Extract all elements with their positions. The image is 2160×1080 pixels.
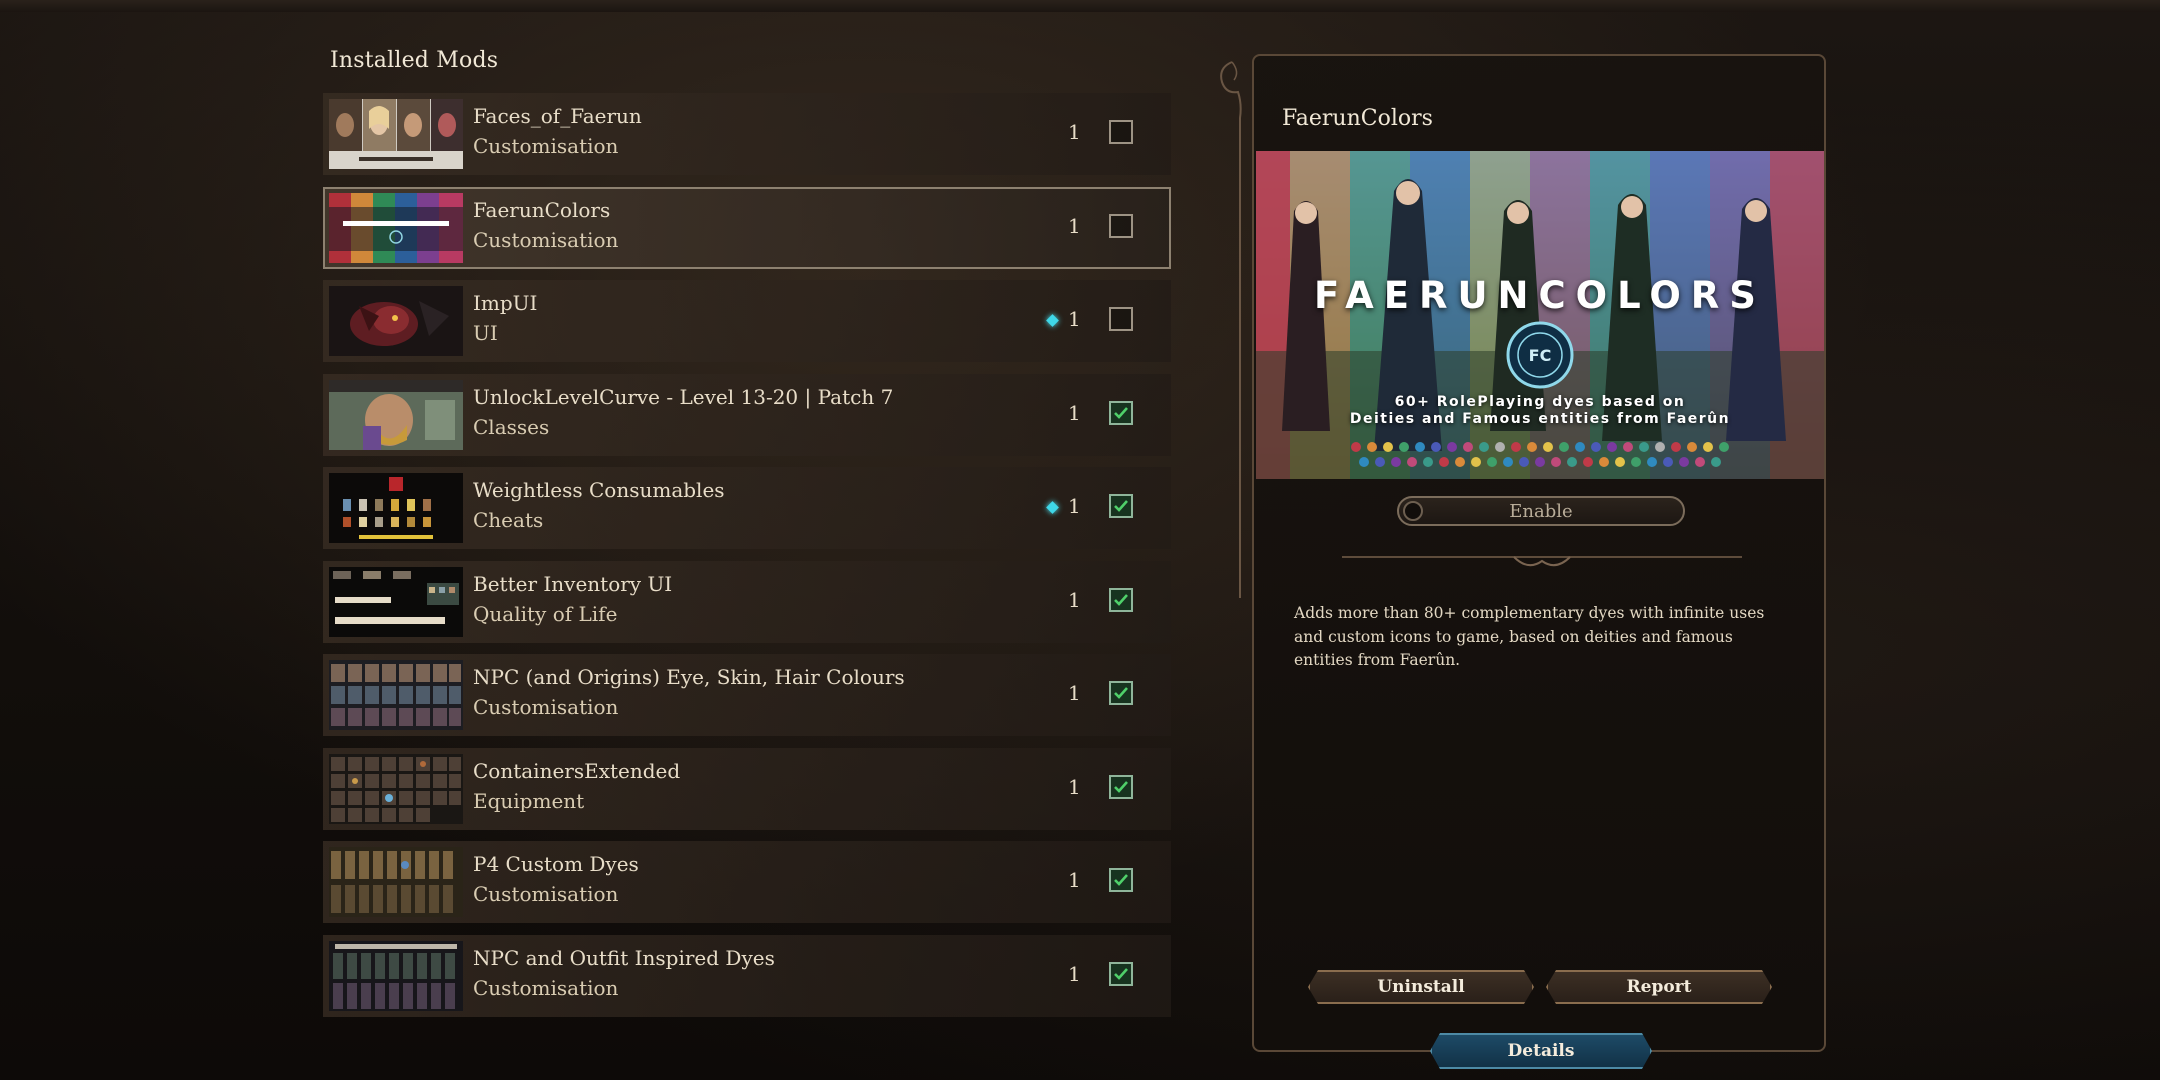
- mod-name: P4 Custom Dyes: [473, 852, 639, 876]
- checkmark-icon: [1114, 687, 1128, 699]
- checkmark-icon: [1114, 967, 1128, 980]
- mod-manager-screen: Installed Mods Faces_of_Faerun Customisa…: [0, 0, 2160, 1080]
- mod-thumbnail: [329, 286, 463, 356]
- mod-thumbnail: [329, 660, 463, 730]
- mod-version: 1: [1068, 961, 1081, 986]
- mod-name: Better Inventory UI: [473, 571, 673, 596]
- mod-name: UnlockLevelCurve - Level 13-20 | Patch 7: [473, 384, 894, 409]
- mod-thumbnail: [329, 379, 463, 450]
- mod-enable-checkbox[interactable]: [1109, 494, 1133, 518]
- mod-row[interactable]: Weightless Consumables Cheats 1: [323, 467, 1171, 549]
- installed-mods-title: Installed Mods: [330, 48, 499, 73]
- mod-thumbnail: [329, 940, 463, 1011]
- mod-row[interactable]: UnlockLevelCurve - Level 13-20 | Patch 7…: [323, 373, 1171, 456]
- banner-subtitle-line: 60+ RolePlaying dyes based on: [1394, 394, 1686, 410]
- mod-enable-checkbox[interactable]: [1109, 307, 1133, 331]
- mod-list: Faces_of_Faerun Customisation 1 FaerunCo…: [323, 93, 1171, 1028]
- checkmark-icon: [1114, 780, 1128, 793]
- enable-toggle-label: Enable: [1509, 501, 1573, 522]
- new-update-icon: [1046, 314, 1059, 327]
- banner-title: FAERUNCOLORS: [1314, 274, 1766, 317]
- mod-row[interactable]: NPC and Outfit Inspired Dyes Customisati…: [323, 934, 1171, 1017]
- mod-enable-checkbox[interactable]: [1109, 681, 1133, 705]
- mod-version: 1: [1068, 120, 1081, 144]
- mod-category: Quality of Life: [473, 601, 618, 626]
- mod-row[interactable]: Faces_of_Faerun Customisation 1: [323, 93, 1171, 175]
- top-strip: [0, 0, 2160, 12]
- mod-thumbnail: [329, 566, 463, 637]
- mod-row[interactable]: NPC (and Origins) Eye, Skin, Hair Colour…: [323, 654, 1171, 736]
- mod-category: Equipment: [473, 788, 585, 813]
- mod-version: 1: [1068, 587, 1081, 612]
- mod-name: NPC (and Origins) Eye, Skin, Hair Colour…: [473, 665, 905, 689]
- mod-thumbnail: [329, 753, 463, 824]
- mod-thumbnail: [329, 99, 463, 169]
- mod-category: UI: [473, 321, 498, 345]
- mod-name: Weightless Consumables: [473, 478, 725, 502]
- mod-enable-checkbox[interactable]: [1109, 868, 1133, 892]
- svg-text:FC: FC: [1529, 346, 1552, 365]
- checkmark-icon: [1114, 500, 1128, 512]
- checkmark-icon: [1114, 593, 1128, 606]
- mod-category: Cheats: [473, 508, 544, 532]
- mod-banner-image: FC FAERUNCOLORS 60+ RolePlaying dyes bas…: [1256, 151, 1824, 479]
- mod-enable-checkbox[interactable]: [1109, 213, 1133, 238]
- mod-row[interactable]: Better Inventory UI Quality of Life 1: [323, 560, 1171, 643]
- mod-details-panel: FaerunColors FC FAERUNCOLORS 60+ RolePla…: [1252, 54, 1826, 1052]
- mod-version: 1: [1068, 868, 1081, 892]
- mod-thumbnail: [329, 473, 463, 543]
- mod-version: 1: [1068, 494, 1081, 518]
- mod-name: NPC and Outfit Inspired Dyes: [473, 945, 775, 970]
- mod-version: 1: [1068, 681, 1081, 705]
- mod-category: Classes: [473, 414, 550, 439]
- mod-category: Customisation: [473, 975, 619, 1000]
- mod-thumbnail: [329, 192, 463, 263]
- mod-name: Faces_of_Faerun: [473, 104, 642, 128]
- banner-subtitle-line: Deities and Famous entities from Faerûn: [1349, 411, 1731, 427]
- enable-toggle[interactable]: Enable: [1397, 496, 1685, 526]
- mod-enable-checkbox[interactable]: [1109, 400, 1133, 425]
- mod-enable-checkbox[interactable]: [1109, 961, 1133, 986]
- mod-version: 1: [1068, 213, 1081, 238]
- details-tab[interactable]: Details: [1430, 1033, 1652, 1069]
- ornamental-divider: [1342, 556, 1742, 567]
- detail-title: FaerunColors: [1282, 106, 1433, 131]
- mod-name: FaerunColors: [473, 197, 611, 222]
- mod-description: Adds more than 80+ complementary dyes wi…: [1294, 604, 1765, 669]
- mod-category: Customisation: [473, 695, 619, 719]
- mod-name: ContainersExtended: [473, 758, 681, 783]
- checkmark-icon: [1114, 406, 1128, 419]
- mod-row[interactable]: ImpUI UI 1: [323, 280, 1171, 362]
- checkmark-icon: [1114, 874, 1128, 886]
- mod-row[interactable]: ContainersExtended Equipment 1: [323, 747, 1171, 830]
- mod-category: Customisation: [473, 882, 619, 906]
- mod-category: Customisation: [473, 134, 619, 158]
- banner-subtitle: 60+ RolePlaying dyes based on Deities an…: [1256, 394, 1824, 428]
- mod-version: 1: [1068, 774, 1081, 799]
- mod-name: ImpUI: [473, 291, 538, 315]
- mod-category: Customisation: [473, 227, 619, 252]
- mod-thumbnail: [329, 847, 463, 917]
- new-update-icon: [1046, 501, 1059, 514]
- report-button[interactable]: Report: [1546, 970, 1772, 1004]
- mod-enable-checkbox[interactable]: [1109, 120, 1133, 144]
- mod-version: 1: [1068, 307, 1081, 331]
- mod-row[interactable]: P4 Custom Dyes Customisation 1: [323, 841, 1171, 923]
- mod-version: 1: [1068, 400, 1081, 425]
- mod-enable-checkbox[interactable]: [1109, 774, 1133, 799]
- uninstall-button[interactable]: Uninstall: [1308, 970, 1534, 1004]
- mod-row[interactable]: FaerunColors Customisation 1: [323, 186, 1171, 269]
- panel-ornament: [1220, 61, 1242, 598]
- mod-enable-checkbox[interactable]: [1109, 587, 1133, 612]
